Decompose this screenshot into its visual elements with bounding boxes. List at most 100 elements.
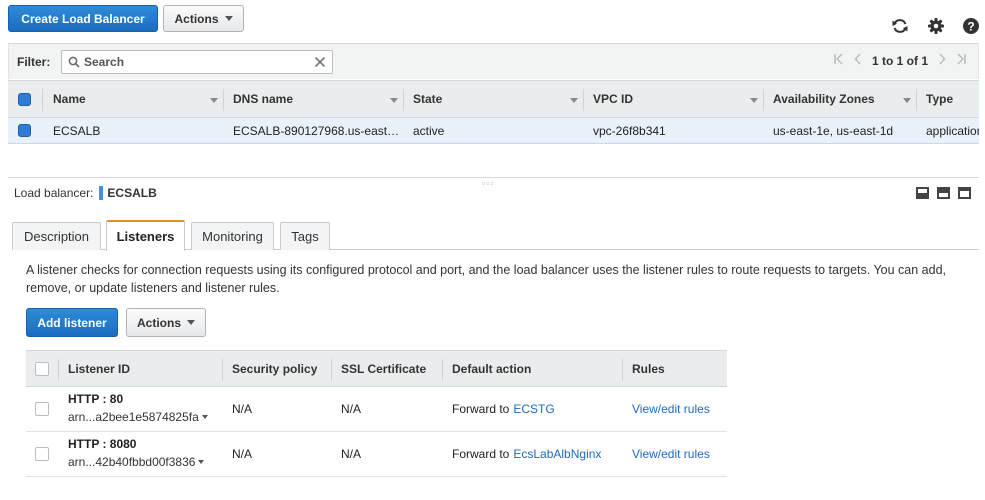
last-page-icon[interactable] bbox=[956, 53, 966, 68]
chevron-down-icon bbox=[198, 460, 205, 464]
listener-protocol-port: HTTP : 8080 bbox=[68, 437, 137, 451]
add-listener-label: Add listener bbox=[37, 315, 107, 330]
listener-arn[interactable]: arn...42b40fbbd00f3836 bbox=[68, 455, 205, 469]
lb-dns-cell: ECSALB-890127968.us-east… bbox=[233, 123, 398, 138]
checkbox-checked bbox=[18, 92, 31, 106]
chevron-down-icon bbox=[187, 320, 196, 325]
action-prefix: Forward to bbox=[452, 447, 510, 461]
table-row[interactable]: HTTP : 8080 arn...42b40fbbd00f3836 N/A N… bbox=[26, 432, 727, 477]
column-header-rules: Rules bbox=[632, 361, 665, 376]
top-toolbar: Create Load Balancer Actions ? bbox=[0, 0, 985, 42]
actions-label: Actions bbox=[174, 11, 219, 26]
listener-checkbox[interactable] bbox=[35, 387, 49, 431]
tab-label: Tags bbox=[291, 229, 319, 244]
clear-search-icon[interactable] bbox=[314, 56, 326, 71]
svg-text:?: ? bbox=[967, 19, 974, 33]
select-all-checkbox[interactable] bbox=[18, 81, 31, 117]
chevron-down-icon bbox=[201, 415, 208, 419]
table-header: Name DNS name State VPC ID Availability … bbox=[8, 80, 979, 118]
listener-arn-text: arn...a2bee1e5874825fa bbox=[68, 410, 199, 424]
listener-arn[interactable]: arn...a2bee1e5874825fa bbox=[68, 410, 208, 424]
listener-checkbox[interactable] bbox=[35, 432, 49, 476]
pagination: 1 to 1 of 1 bbox=[834, 53, 966, 68]
actions-label: Actions bbox=[137, 315, 182, 330]
sort-chevron-icon[interactable] bbox=[750, 98, 758, 103]
gear-icon[interactable] bbox=[926, 16, 946, 36]
target-group-link[interactable]: EcsLabAlbNginx bbox=[513, 447, 601, 461]
column-header-azs[interactable]: Availability Zones bbox=[773, 81, 875, 117]
listener-actions-button[interactable]: Actions bbox=[126, 308, 206, 337]
table-row[interactable]: ECSALB ECSALB-890127968.us-east… active … bbox=[8, 118, 979, 144]
search-box bbox=[61, 50, 333, 74]
tab-listeners[interactable]: Listeners bbox=[106, 220, 185, 251]
help-icon[interactable]: ? bbox=[961, 16, 981, 36]
view-edit-rules-link[interactable]: View/edit rules bbox=[632, 432, 710, 476]
create-load-balancer-button[interactable]: Create Load Balancer bbox=[8, 5, 158, 32]
column-header-name[interactable]: Name bbox=[53, 81, 86, 117]
first-page-icon[interactable] bbox=[834, 53, 844, 68]
column-header-type[interactable]: Type bbox=[926, 81, 953, 117]
listener-protocol-port: HTTP : 80 bbox=[68, 392, 124, 406]
checkbox-checked bbox=[18, 124, 31, 137]
chevron-down-icon bbox=[224, 16, 233, 21]
lb-vpc-cell: vpc-26f8b341 bbox=[593, 123, 666, 138]
next-page-icon[interactable] bbox=[938, 53, 946, 68]
listener-id-cell: HTTP : 80 arn...a2bee1e5874825fa bbox=[68, 392, 208, 424]
create-load-balancer-label: Create Load Balancer bbox=[21, 11, 145, 26]
table-row[interactable]: HTTP : 80 arn...a2bee1e5874825fa N/A N/A… bbox=[26, 387, 727, 432]
search-icon bbox=[68, 56, 80, 71]
layout-bottom-icon[interactable] bbox=[916, 187, 929, 199]
view-edit-rules-link[interactable]: View/edit rules bbox=[632, 387, 710, 431]
checkbox-unchecked bbox=[35, 361, 49, 376]
column-header-security-policy: Security policy bbox=[232, 361, 318, 376]
ssl-certificate-cell: N/A bbox=[341, 447, 362, 461]
column-header-dns[interactable]: DNS name bbox=[233, 81, 293, 117]
target-group-link[interactable]: ECSTG bbox=[513, 402, 554, 416]
listener-id-cell: HTTP : 8080 arn...42b40fbbd00f3836 bbox=[68, 437, 205, 469]
search-input[interactable] bbox=[84, 54, 304, 70]
details-tabs: Description Listeners Monitoring Tags bbox=[12, 220, 979, 251]
tab-label: Monitoring bbox=[202, 229, 263, 244]
details-label: Load balancer: bbox=[14, 186, 94, 200]
sort-chevron-icon[interactable] bbox=[210, 98, 218, 103]
listeners-table-header: Listener ID Security policy SSL Certific… bbox=[26, 350, 727, 387]
lb-azs-cell: us-east-1e, us-east-1d bbox=[773, 123, 894, 138]
add-listener-button[interactable]: Add listener bbox=[26, 308, 118, 337]
sort-chevron-icon[interactable] bbox=[903, 98, 911, 103]
details-lb-name: ECSALB bbox=[107, 186, 157, 200]
column-header-listener-id: Listener ID bbox=[68, 361, 131, 376]
lb-color-marker bbox=[99, 186, 104, 200]
resize-grip-icon[interactable]: ▫▫▫ bbox=[482, 178, 495, 188]
default-action-cell: Forward to EcsLabAlbNginx bbox=[452, 432, 601, 476]
tab-tags[interactable]: Tags bbox=[280, 222, 330, 250]
prev-page-icon[interactable] bbox=[854, 53, 862, 68]
refresh-icon[interactable] bbox=[890, 16, 910, 36]
lb-type-cell: application bbox=[926, 123, 979, 138]
checkbox-unchecked bbox=[35, 402, 49, 416]
filter-bar: Filter: 1 to 1 of 1 bbox=[8, 43, 979, 79]
layout-full-icon[interactable] bbox=[958, 187, 971, 199]
actions-dropdown-button[interactable]: Actions bbox=[163, 5, 244, 32]
checkbox-unchecked bbox=[35, 447, 49, 461]
column-header-state[interactable]: State bbox=[413, 81, 442, 117]
sort-chevron-icon[interactable] bbox=[390, 98, 398, 103]
row-checkbox[interactable] bbox=[18, 118, 31, 143]
details-title: Load balancer: ECSALB bbox=[14, 186, 157, 200]
listeners-description: A listener checks for connection request… bbox=[26, 263, 947, 295]
security-policy-cell: N/A bbox=[232, 402, 253, 416]
listener-arn-text: arn...42b40fbbd00f3836 bbox=[68, 455, 196, 469]
tab-label: Description bbox=[23, 229, 90, 244]
pagination-count: 1 to 1 of 1 bbox=[871, 53, 928, 68]
lb-state-cell: active bbox=[413, 123, 445, 138]
layout-split-icon[interactable] bbox=[937, 187, 950, 199]
tab-monitoring[interactable]: Monitoring bbox=[191, 222, 274, 250]
ssl-certificate-cell: N/A bbox=[341, 402, 362, 416]
column-header-default-action: Default action bbox=[452, 361, 532, 376]
tab-label: Listeners bbox=[116, 229, 175, 244]
select-all-listeners-checkbox[interactable] bbox=[35, 351, 49, 386]
tab-description[interactable]: Description bbox=[12, 222, 101, 250]
filter-label: Filter: bbox=[17, 55, 51, 69]
column-header-vpc[interactable]: VPC ID bbox=[593, 81, 633, 117]
sort-chevron-icon[interactable] bbox=[570, 98, 578, 103]
security-policy-cell: N/A bbox=[232, 447, 253, 461]
